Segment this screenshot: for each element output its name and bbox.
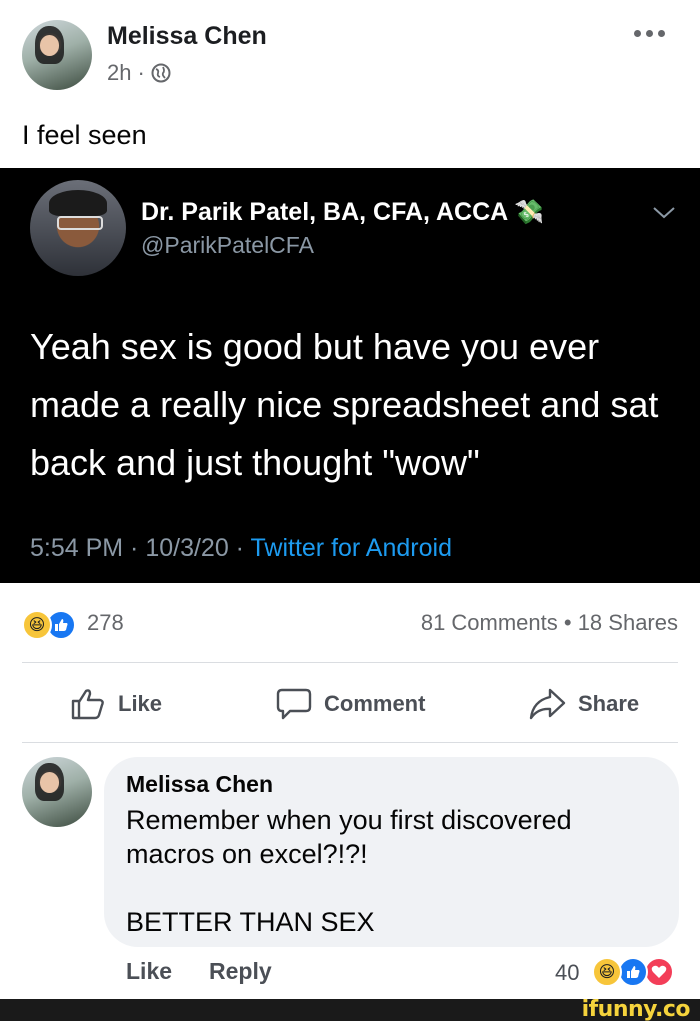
tweet-handle: @ParikPatelCFA xyxy=(141,232,314,258)
comment-button[interactable]: Comment xyxy=(276,684,425,724)
comment-line: macros on excel?!?! xyxy=(126,839,368,869)
divider xyxy=(22,662,678,663)
reaction-count[interactable]: 278 xyxy=(87,610,124,636)
post-time[interactable]: 2h xyxy=(107,60,131,86)
globe-icon xyxy=(151,63,171,83)
post-author-name[interactable]: Melissa Chen xyxy=(107,22,267,51)
thumbs-up-icon xyxy=(71,689,104,720)
like-reaction-icon xyxy=(618,957,648,987)
meta-separator: · xyxy=(137,60,145,85)
comment-text: Remember when you first discovered macro… xyxy=(126,803,666,939)
reaction-summary[interactable]: 😆 278 81 Comments • 18 Shares xyxy=(0,604,700,644)
haha-reaction-icon: 😆 xyxy=(592,957,622,987)
comment-like-button[interactable]: Like xyxy=(126,958,172,985)
watermark-bar: ifunny.co xyxy=(0,997,700,1021)
tweet-author-avatar xyxy=(30,180,126,276)
like-button-label: Like xyxy=(118,691,163,716)
share-button[interactable]: Share xyxy=(528,684,639,724)
haha-reaction-icon: 😆 xyxy=(22,610,52,640)
money-with-wings-icon: 💸 xyxy=(514,199,545,226)
post-meta: 2h · xyxy=(107,60,171,86)
post-author-avatar[interactable] xyxy=(22,20,92,90)
tweet-source: Twitter for Android xyxy=(250,534,452,562)
comment-bubble-icon xyxy=(276,688,312,720)
comment-reply-button[interactable]: Reply xyxy=(209,958,272,985)
comment-bubble: Melissa Chen Remember when you first dis… xyxy=(104,757,679,947)
like-button[interactable]: Like xyxy=(70,684,162,724)
tweet-author-name: Dr. Parik Patel, BA, CFA, ACCA 💸 xyxy=(141,198,545,226)
reaction-icons: 😆 xyxy=(22,610,82,640)
post-caption: I feel seen xyxy=(22,120,147,150)
more-options-icon[interactable] xyxy=(634,30,668,40)
tweet-screenshot[interactable]: Dr. Parik Patel, BA, CFA, ACCA 💸 @ParikP… xyxy=(0,168,700,583)
commenter-avatar[interactable] xyxy=(22,757,92,827)
share-button-label: Share xyxy=(578,691,640,716)
chevron-down-icon xyxy=(653,207,675,219)
ifunny-watermark: ifunny.co xyxy=(581,997,691,1021)
tweet-timestamp: 5:54 PM · 10/3/20 · xyxy=(30,534,251,562)
comment-reaction-count: 40 xyxy=(555,960,580,985)
comments-shares-count[interactable]: 81 Comments • 18 Shares xyxy=(421,610,678,636)
heart-reaction-icon xyxy=(644,957,674,987)
commenter-name[interactable]: Melissa Chen xyxy=(126,771,273,798)
comment-line: BETTER THAN SEX xyxy=(126,907,375,937)
comment-button-label: Comment xyxy=(324,691,426,716)
divider xyxy=(22,742,678,743)
tweet-text: Yeah sex is good but have you ever made … xyxy=(30,326,659,483)
tweet-meta: 5:54 PM · 10/3/20 · Twitter for Android xyxy=(30,534,452,563)
share-arrow-icon xyxy=(529,688,566,720)
comment-reactions[interactable]: 40 😆 xyxy=(555,955,685,989)
comment-line: Remember when you first discovered xyxy=(126,805,572,835)
